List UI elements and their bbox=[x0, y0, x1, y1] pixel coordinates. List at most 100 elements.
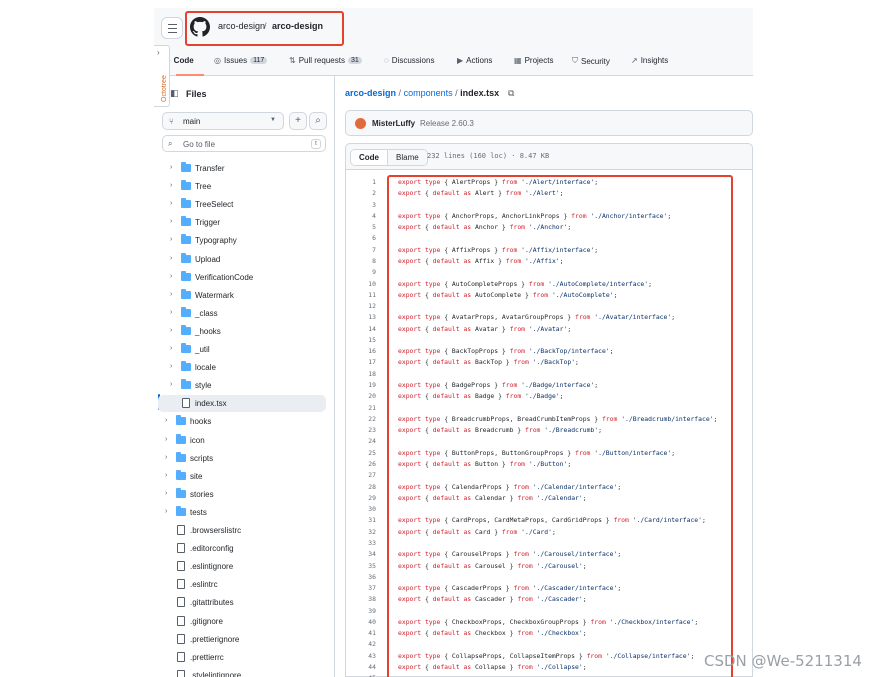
chevron-right-icon[interactable]: › bbox=[170, 309, 172, 316]
chevron-right-icon[interactable]: › bbox=[170, 200, 172, 207]
line-number[interactable]: 9 bbox=[346, 268, 376, 276]
tree-folder-item[interactable]: › _class bbox=[154, 305, 332, 322]
tree-folder-item[interactable]: › Tree bbox=[154, 178, 332, 195]
blame-view-button[interactable]: Blame bbox=[388, 150, 427, 165]
line-number[interactable]: 41 bbox=[346, 629, 376, 637]
tree-file-item[interactable]: .browserslistrc bbox=[154, 522, 332, 539]
line-number[interactable]: 4 bbox=[346, 212, 376, 220]
tree-folder-item[interactable]: › Typography bbox=[154, 232, 332, 249]
chevron-right-icon[interactable]: › bbox=[170, 363, 172, 370]
tree-folder-item[interactable]: › _util bbox=[154, 341, 332, 358]
tree-folder-item[interactable]: › scripts bbox=[154, 450, 332, 467]
line-number[interactable]: 26 bbox=[346, 460, 376, 468]
tree-file-item[interactable]: .gitattributes bbox=[154, 594, 332, 611]
chevron-right-icon[interactable]: › bbox=[170, 236, 172, 243]
line-number[interactable]: 25 bbox=[346, 449, 376, 457]
line-number[interactable]: 44 bbox=[346, 663, 376, 671]
avatar[interactable] bbox=[355, 118, 366, 129]
line-number[interactable]: 29 bbox=[346, 494, 376, 502]
line-number[interactable]: 32 bbox=[346, 528, 376, 536]
chevron-right-icon[interactable]: › bbox=[165, 417, 167, 424]
tree-file-item[interactable]: .stylelintignore bbox=[154, 667, 332, 677]
tree-file-item[interactable]: .gitignore bbox=[154, 613, 332, 630]
commit-message[interactable]: Release 2.60.3 bbox=[420, 119, 474, 128]
tab-issues[interactable]: ◎ Issues 117 bbox=[214, 56, 268, 65]
line-number[interactable]: 40 bbox=[346, 618, 376, 626]
tab-insights[interactable]: ↗ Insights bbox=[631, 56, 668, 65]
copy-icon[interactable]: ⧉ bbox=[508, 88, 514, 99]
tree-folder-item[interactable]: › hooks bbox=[154, 413, 332, 430]
line-number[interactable]: 18 bbox=[346, 370, 376, 378]
chevron-right-icon[interactable]: › bbox=[165, 490, 167, 497]
tree-folder-item[interactable]: › _hooks bbox=[154, 323, 332, 340]
menu-button[interactable] bbox=[161, 17, 183, 39]
line-number[interactable]: 16 bbox=[346, 347, 376, 355]
chevron-right-icon[interactable]: › bbox=[165, 436, 167, 443]
line-number[interactable]: 31 bbox=[346, 516, 376, 524]
path-dir-link[interactable]: components bbox=[404, 88, 453, 98]
tree-file-item[interactable]: .prettierrc bbox=[154, 649, 332, 666]
line-number[interactable]: 43 bbox=[346, 652, 376, 660]
path-root-link[interactable]: arco-design bbox=[345, 88, 396, 98]
line-number[interactable]: 21 bbox=[346, 404, 376, 412]
tree-folder-item[interactable]: › locale bbox=[154, 359, 332, 376]
github-logo-icon[interactable] bbox=[190, 17, 210, 37]
tree-file-item[interactable]: .eslintrc bbox=[154, 576, 332, 593]
tree-folder-item[interactable]: › VerificationCode bbox=[154, 269, 332, 286]
tree-folder-item[interactable]: › Upload bbox=[154, 251, 332, 268]
chevron-right-icon[interactable]: › bbox=[170, 255, 172, 262]
tree-folder-item[interactable]: › stories bbox=[154, 486, 332, 503]
line-number[interactable]: 35 bbox=[346, 562, 376, 570]
line-number[interactable]: 8 bbox=[346, 257, 376, 265]
chevron-right-icon[interactable]: › bbox=[170, 164, 172, 171]
tab-code[interactable]: › Code bbox=[168, 56, 194, 65]
tree-file-item[interactable]: index.tsx bbox=[158, 395, 326, 413]
line-number[interactable]: 2 bbox=[346, 189, 376, 197]
line-number[interactable]: 36 bbox=[346, 573, 376, 581]
sidebar-collapse-icon[interactable]: ◧ bbox=[170, 88, 179, 99]
line-number[interactable]: 1 bbox=[346, 178, 376, 186]
go-to-file-input[interactable]: ⌕ Go to file t bbox=[162, 135, 326, 152]
line-number[interactable]: 34 bbox=[346, 550, 376, 558]
line-number[interactable]: 5 bbox=[346, 223, 376, 231]
line-number[interactable]: 15 bbox=[346, 336, 376, 344]
add-file-button[interactable]: + bbox=[289, 112, 307, 130]
tree-folder-item[interactable]: › TreeSelect bbox=[154, 196, 332, 213]
line-number[interactable]: 11 bbox=[346, 291, 376, 299]
chevron-right-icon[interactable]: › bbox=[165, 508, 167, 515]
tree-folder-item[interactable]: › Transfer bbox=[154, 160, 332, 177]
line-number[interactable]: 7 bbox=[346, 246, 376, 254]
line-number[interactable]: 37 bbox=[346, 584, 376, 592]
chevron-right-icon[interactable]: › bbox=[170, 381, 172, 388]
line-number[interactable]: 24 bbox=[346, 437, 376, 445]
repo-name-link[interactable]: arco-design bbox=[272, 21, 323, 31]
line-number[interactable]: 22 bbox=[346, 415, 376, 423]
line-number[interactable]: 6 bbox=[346, 234, 376, 242]
tab-discussions[interactable]: ◌ Discussions bbox=[384, 56, 434, 65]
line-number[interactable]: 3 bbox=[346, 201, 376, 209]
line-number[interactable]: 12 bbox=[346, 302, 376, 310]
tree-folder-item[interactable]: › style bbox=[154, 377, 332, 394]
line-number[interactable]: 23 bbox=[346, 426, 376, 434]
tree-folder-item[interactable]: › site bbox=[154, 468, 332, 485]
branch-selector[interactable]: ⑂ main ▼ bbox=[162, 112, 284, 130]
line-number[interactable]: 14 bbox=[346, 325, 376, 333]
chevron-right-icon[interactable]: › bbox=[170, 273, 172, 280]
line-number[interactable]: 30 bbox=[346, 505, 376, 513]
line-number[interactable]: 28 bbox=[346, 483, 376, 491]
line-number[interactable]: 19 bbox=[346, 381, 376, 389]
tab-security[interactable]: ⛉ Security bbox=[572, 56, 610, 66]
tab-pull-requests[interactable]: ⇅ Pull requests 31 bbox=[289, 56, 362, 65]
chevron-right-icon[interactable]: › bbox=[170, 291, 172, 298]
chevron-right-icon[interactable]: › bbox=[170, 327, 172, 334]
line-number[interactable]: 10 bbox=[346, 280, 376, 288]
search-button[interactable]: ⌕ bbox=[309, 112, 327, 130]
line-number[interactable]: 20 bbox=[346, 392, 376, 400]
tree-file-item[interactable]: .prettierignore bbox=[154, 631, 332, 648]
line-number[interactable]: 42 bbox=[346, 640, 376, 648]
chevron-right-icon[interactable]: › bbox=[170, 218, 172, 225]
line-number[interactable]: 17 bbox=[346, 358, 376, 366]
chevron-right-icon[interactable]: › bbox=[170, 345, 172, 352]
tab-actions[interactable]: ▶ Actions bbox=[457, 56, 492, 65]
repo-owner-link[interactable]: arco-design bbox=[218, 21, 265, 31]
